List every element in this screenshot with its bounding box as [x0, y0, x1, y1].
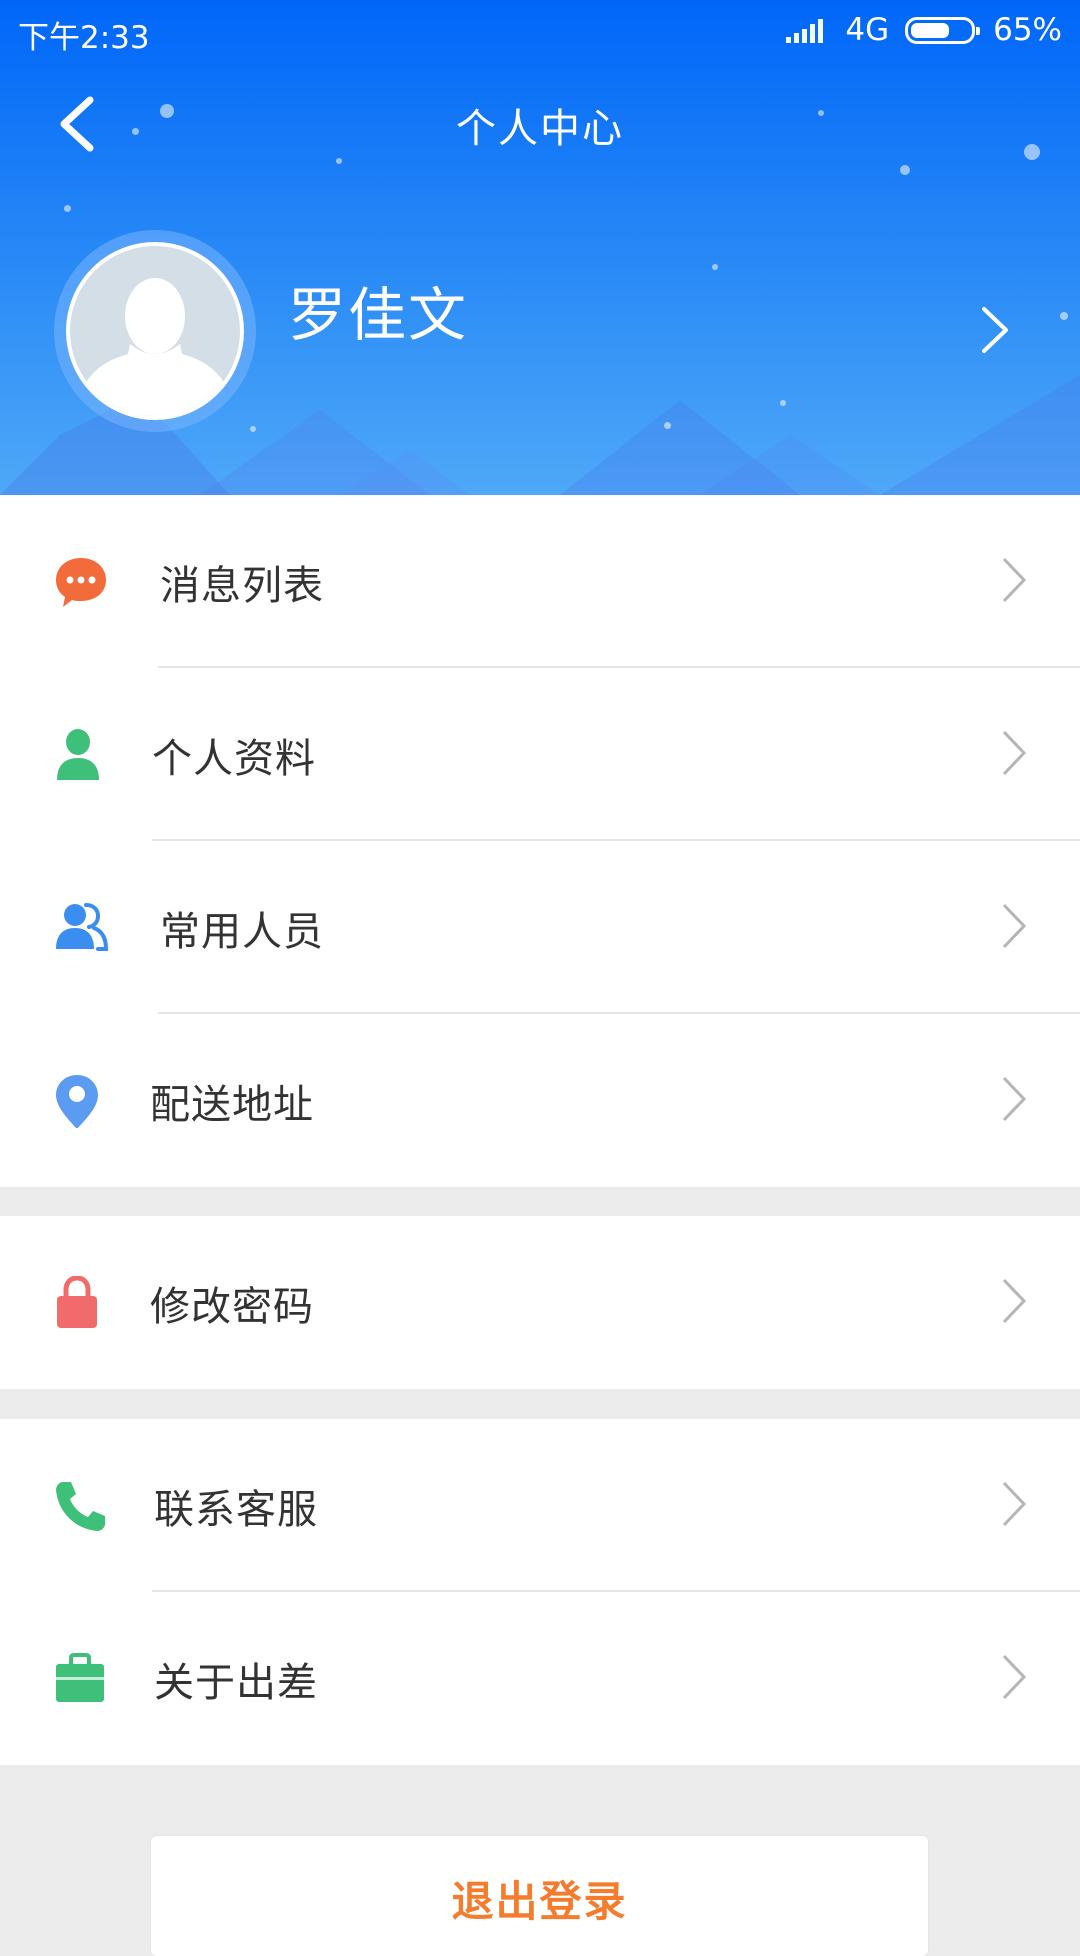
menu-group-security: 修改密码 [0, 1216, 1080, 1389]
avatar[interactable] [54, 230, 256, 432]
battery-level [911, 22, 950, 38]
logout-label: 退出登录 [451, 1877, 628, 1926]
sparkle [1060, 312, 1068, 320]
status-bar: 下午2:33 4G 65% [0, 0, 1080, 62]
battery-icon [905, 16, 981, 44]
logout-button[interactable]: 退出登录 [151, 1836, 928, 1956]
briefcase-icon [56, 1653, 104, 1702]
chevron-right-icon[interactable] [980, 305, 1010, 355]
person-icon [57, 729, 99, 780]
chevron-right-icon [1002, 730, 1027, 776]
sparkle [664, 422, 671, 429]
menu-item-address[interactable]: 配送地址 [0, 1014, 1080, 1187]
menu-label: 联系客服 [154, 1487, 318, 1533]
menu-item-about[interactable]: 关于出差 [0, 1592, 1080, 1765]
chevron-right-icon [1002, 1481, 1027, 1527]
phone-icon [56, 1482, 105, 1531]
menu-label: 关于出差 [154, 1660, 318, 1706]
battery-percent: 65% [993, 12, 1062, 48]
menu-label: 修改密码 [150, 1284, 314, 1330]
sparkle [336, 158, 342, 164]
menu-item-customer-service[interactable]: 联系客服 [0, 1419, 1080, 1592]
default-avatar-icon [66, 242, 244, 420]
sparkle [712, 264, 718, 270]
menu-item-change-password[interactable]: 修改密码 [0, 1216, 1080, 1389]
chevron-right-icon [1002, 557, 1027, 603]
page-title: 个人中心 [456, 106, 624, 152]
menu-label: 消息列表 [160, 563, 324, 609]
menu-label: 配送地址 [150, 1082, 314, 1128]
menu-item-messages[interactable]: 消息列表 [0, 495, 1080, 668]
menu-group-main: 消息列表 个人资料 常用人员 配送地址 [0, 495, 1080, 1187]
profile-header: 下午2:33 4G 65% 个人中心 罗佳文 [0, 0, 1080, 495]
sparkle [900, 165, 910, 175]
sparkle [780, 400, 786, 406]
location-pin-icon [56, 1075, 98, 1128]
menu-group-support: 联系客服 关于出差 [0, 1419, 1080, 1765]
menu-item-profile[interactable]: 个人资料 [0, 668, 1080, 841]
menu-label: 常用人员 [160, 909, 324, 955]
message-icon [56, 558, 106, 607]
menu-item-contacts[interactable]: 常用人员 [0, 841, 1080, 1014]
chevron-right-icon [1002, 1076, 1027, 1122]
chevron-right-icon [1002, 1654, 1027, 1700]
lock-icon [57, 1276, 97, 1328]
menu-label: 个人资料 [152, 736, 316, 782]
sparkle [250, 426, 256, 432]
signal-icon [783, 17, 824, 43]
user-name[interactable]: 罗佳文 [288, 268, 468, 352]
status-indicators: 4G 65% [783, 12, 1062, 48]
network-type: 4G [845, 12, 890, 48]
sparkle [64, 205, 71, 212]
people-icon [56, 903, 108, 951]
chevron-right-icon [1002, 903, 1027, 949]
chevron-right-icon [1002, 1278, 1027, 1324]
status-time: 下午2:33 [18, 20, 150, 56]
